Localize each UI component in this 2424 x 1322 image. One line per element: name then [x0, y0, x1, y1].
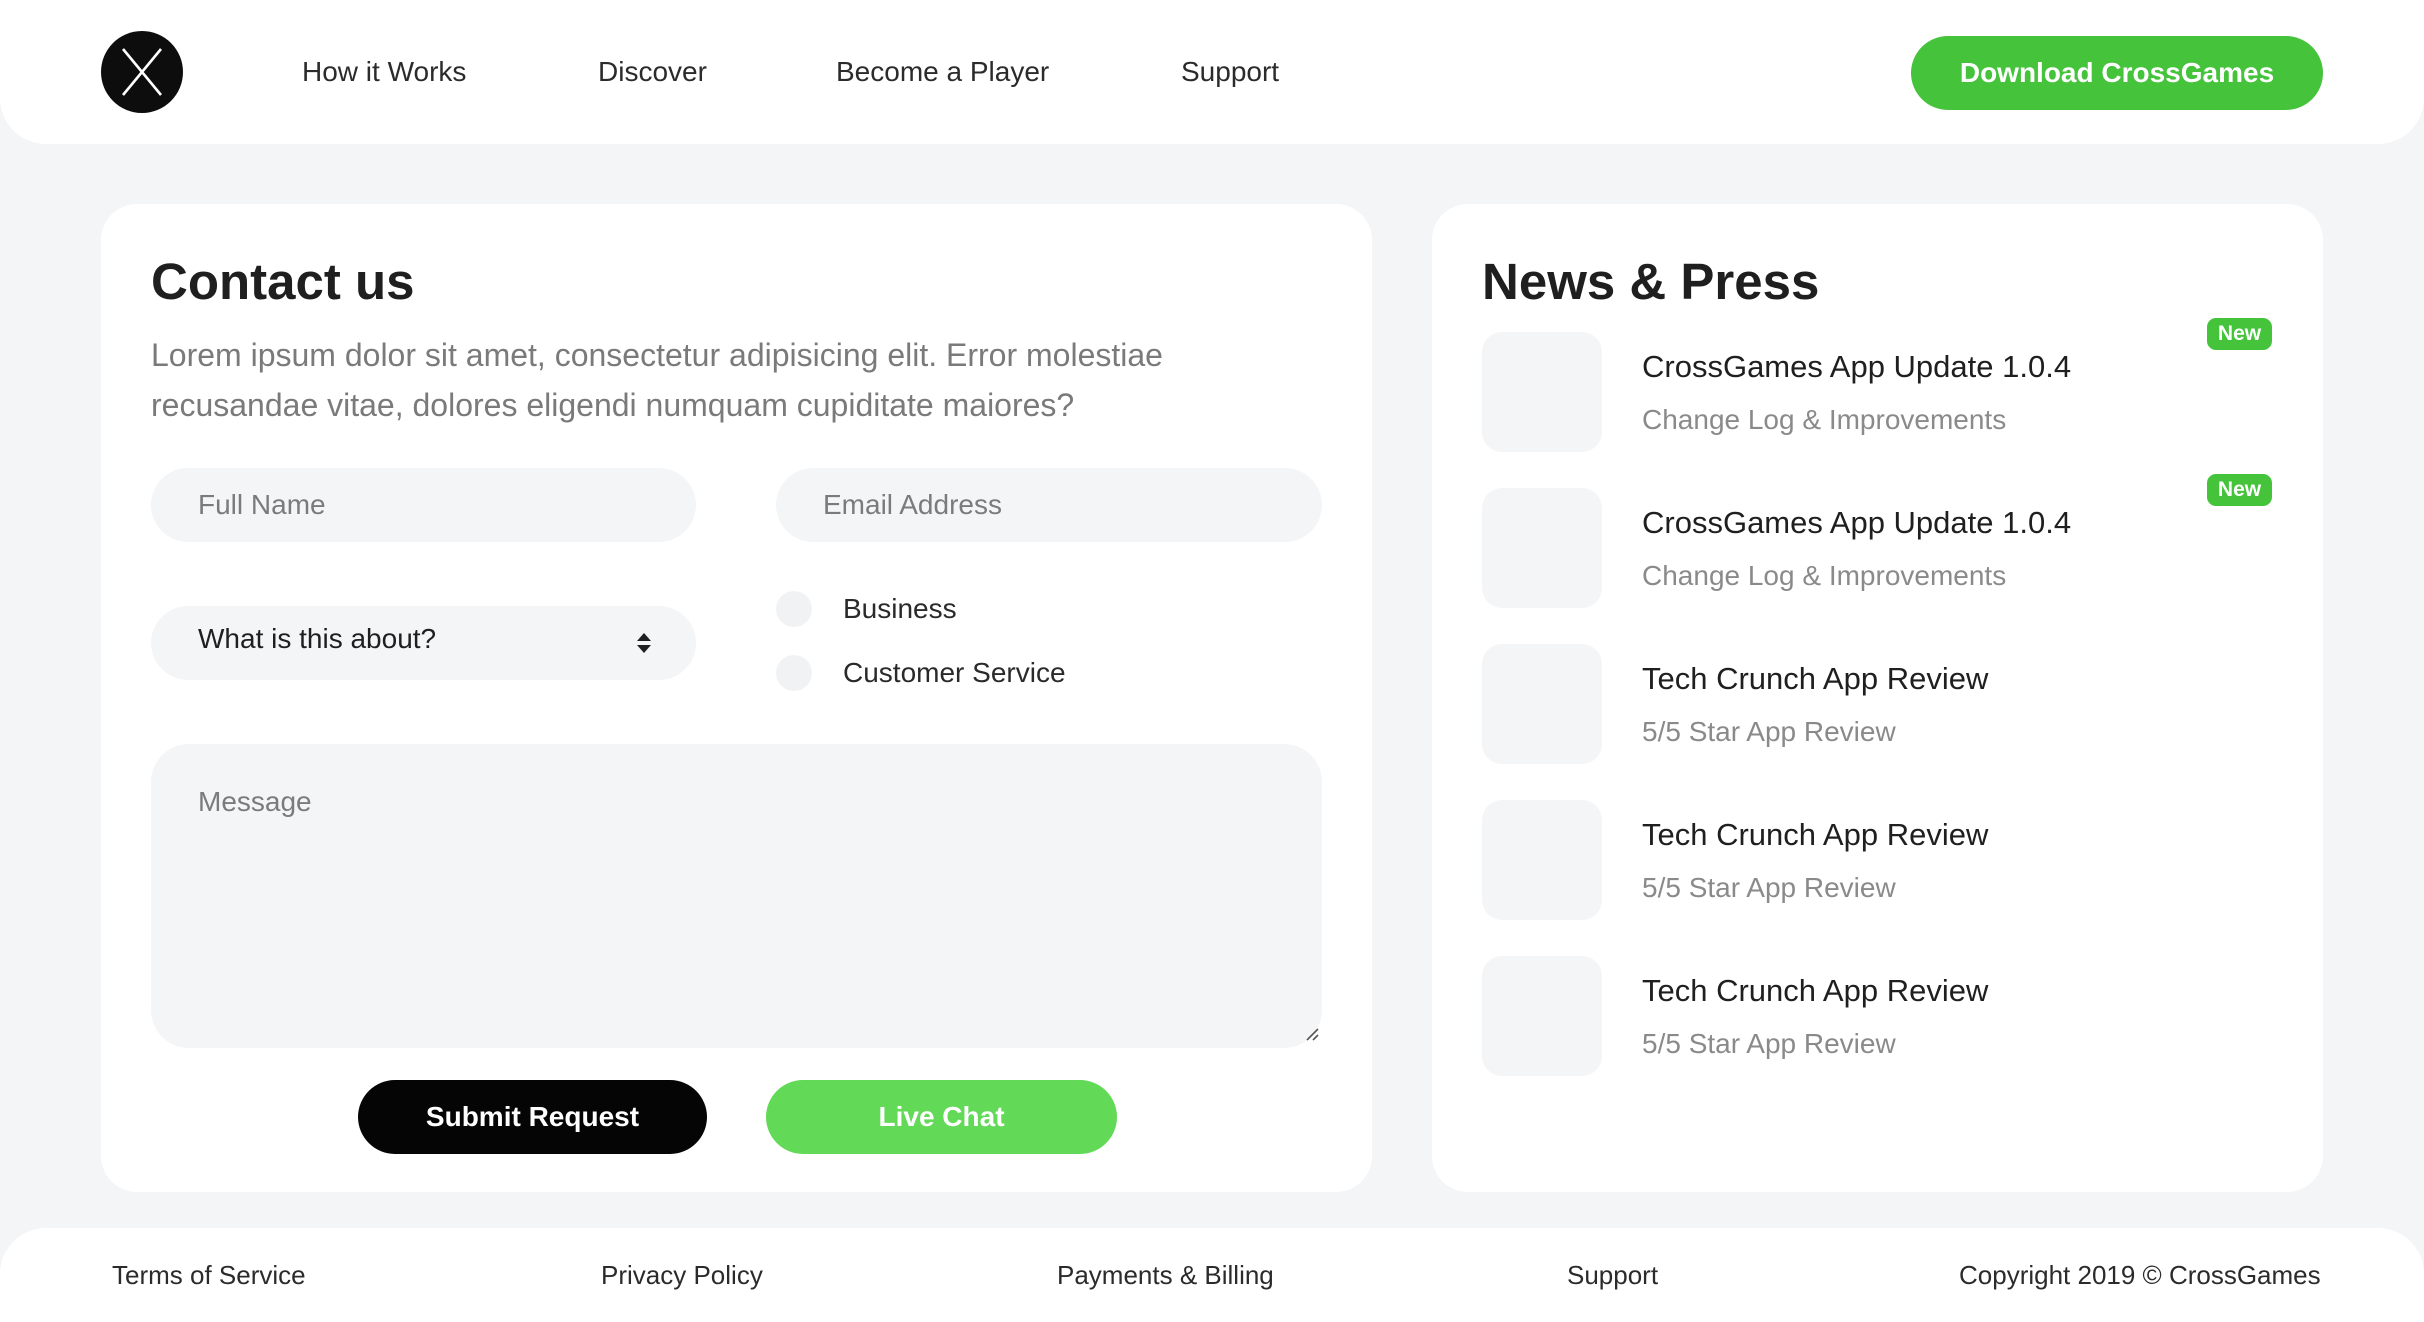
news-item[interactable]: Tech Crunch App Review 5/5 Star App Revi… [1482, 800, 2282, 922]
copyright-text: Copyright 2019 © CrossGames [1959, 1260, 2321, 1290]
news-item-title: Tech Crunch App Review [1642, 817, 1989, 852]
resize-grip-icon[interactable] [1305, 1027, 1319, 1046]
new-badge: New [2207, 474, 2272, 506]
footer-link-support[interactable]: Support [1567, 1260, 1658, 1291]
news-item-title: CrossGames App Update 1.0.4 [1642, 349, 2072, 384]
radio-customer-service-label: Customer Service [843, 657, 1066, 688]
radio-customer-service[interactable] [776, 655, 812, 691]
news-thumbnail [1482, 956, 1602, 1076]
footer-link-privacy[interactable]: Privacy Policy [601, 1260, 763, 1291]
news-title: News & Press [1482, 253, 1820, 310]
crossgames-logo-icon[interactable] [101, 31, 183, 113]
news-thumbnail [1482, 644, 1602, 764]
news-item-title: Tech Crunch App Review [1642, 661, 1989, 696]
topic-select-value: What is this about? [198, 623, 437, 654]
contact-intro-text: Lorem ipsum dolor sit amet, consectetur … [151, 337, 1163, 423]
footer-link-terms[interactable]: Terms of Service [112, 1260, 306, 1291]
news-press-card: News & Press CrossGames App Update 1.0.4… [1432, 204, 2323, 1192]
news-item-title: CrossGames App Update 1.0.4 [1642, 505, 2072, 540]
news-item-subtitle: 5/5 Star App Review [1642, 872, 1896, 903]
news-item[interactable]: Tech Crunch App Review 5/5 Star App Revi… [1482, 956, 2282, 1078]
contact-title: Contact us [151, 253, 415, 310]
new-badge: New [2207, 318, 2272, 350]
news-item-subtitle: Change Log & Improvements [1642, 560, 2007, 591]
radio-business[interactable] [776, 591, 812, 627]
download-crossgames-button[interactable]: Download CrossGames [1911, 36, 2323, 110]
news-item[interactable]: Tech Crunch App Review 5/5 Star App Revi… [1482, 644, 2282, 766]
news-item-subtitle: 5/5 Star App Review [1642, 1028, 1896, 1059]
nav-link-become-a-player[interactable]: Become a Player [836, 52, 1049, 92]
news-item-subtitle: Change Log & Improvements [1642, 404, 2007, 435]
news-thumbnail [1482, 800, 1602, 920]
topic-select[interactable]: What is this about? [151, 606, 696, 680]
footer-link-payments[interactable]: Payments & Billing [1057, 1260, 1274, 1291]
message-textarea[interactable] [151, 744, 1322, 1048]
news-item[interactable]: CrossGames App Update 1.0.4 Change Log &… [1482, 474, 2282, 610]
nav-link-how-it-works[interactable]: How it Works [302, 52, 466, 92]
news-thumbnail [1482, 332, 1602, 452]
footer: Terms of Service Privacy Policy Payments… [0, 1228, 2424, 1322]
news-item[interactable]: CrossGames App Update 1.0.4 Change Log &… [1482, 318, 2282, 454]
news-thumbnail [1482, 488, 1602, 608]
submit-request-button[interactable]: Submit Request [358, 1080, 707, 1154]
top-navigation-bar: How it Works Discover Become a Player Su… [0, 0, 2424, 144]
news-item-title: Tech Crunch App Review [1642, 973, 1989, 1008]
radio-business-label: Business [843, 593, 957, 624]
contact-card: Contact us Lorem ipsum dolor sit amet, c… [101, 204, 1372, 1192]
full-name-input[interactable] [151, 468, 696, 542]
nav-link-support[interactable]: Support [1181, 52, 1279, 92]
sort-arrows-icon [636, 630, 652, 661]
nav-link-discover[interactable]: Discover [598, 52, 707, 92]
news-item-subtitle: 5/5 Star App Review [1642, 716, 1896, 747]
live-chat-button[interactable]: Live Chat [766, 1080, 1117, 1154]
email-address-input[interactable] [776, 468, 1322, 542]
